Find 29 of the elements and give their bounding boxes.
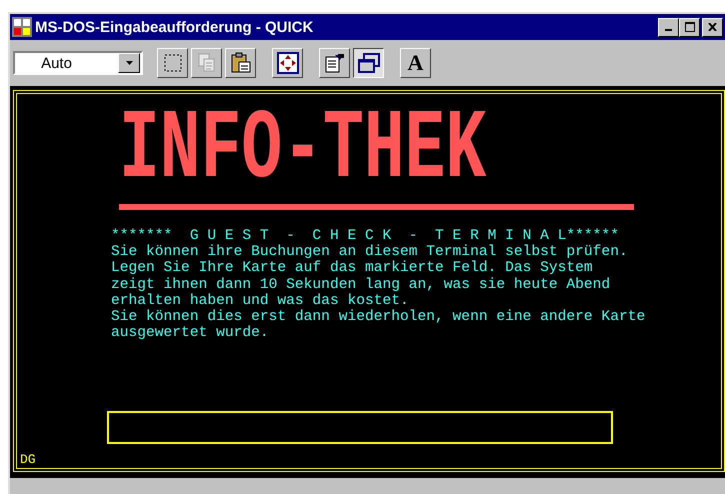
fullscreen-icon [276,51,300,75]
paste-icon [228,51,252,75]
close-button[interactable] [702,18,723,36]
instruction-line: ausgewertet wurde. [111,325,270,342]
background-icon [356,51,380,75]
mark-button[interactable] [157,48,188,78]
terminal-heading: ******* G U E S T - C H E C K - T E R M I N A L****** [111,228,620,244]
fullscreen-button[interactable] [272,48,303,78]
instruction-line: Legen Sie Ihre Karte auf das markierte Feld. Das System [111,260,594,277]
font-button[interactable]: A [400,48,431,78]
maximize-icon [684,22,694,32]
properties-icon [322,51,346,75]
instruction-line: zeigt ihnen dann 10 Sekunden lang an, was sie heute Abend [111,276,612,293]
paste-button[interactable] [225,48,256,78]
dropdown-arrow-icon [126,61,132,65]
close-icon [708,23,717,31]
info-thek-logo: INFO-THEK [119,102,486,201]
footer-text: DG [20,452,36,468]
maximize-button[interactable] [679,18,700,36]
minimize-button[interactable] [658,18,679,36]
properties-button[interactable] [319,48,350,78]
instruction-line: Sie können ihre Buchungen an diesem Terminal selbst prüfen. [111,244,629,260]
ms-dos-icon [12,17,32,37]
font-size-dropdown[interactable]: Auto [13,51,143,75]
card-input-field[interactable] [107,411,613,444]
instruction-line: erhalten haben und was das kostet. [111,292,410,309]
window-title: MS-DOS-Eingabeaufforderung - QUICK [35,18,314,36]
background-button[interactable] [353,48,384,78]
instruction-line: Sie können dies erst dann wiederholen, wenn eine andere Karte [111,309,646,326]
